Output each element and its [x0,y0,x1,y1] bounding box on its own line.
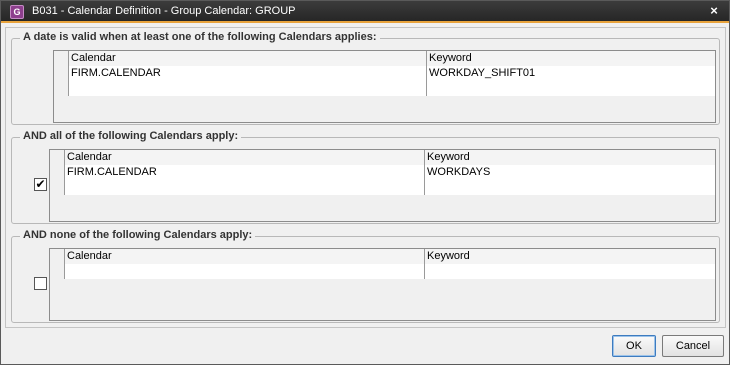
keyword-cell[interactable] [425,264,715,279]
title-bar[interactable]: G B031 - Calendar Definition - Group Cal… [1,1,729,23]
column-header-keyword[interactable]: Keyword [425,249,715,264]
app-icon: G [10,5,24,19]
row-header-corner [50,150,65,165]
table-row[interactable]: FIRM.CALENDAR WORKDAY_SHIFT01 [54,66,715,81]
grid-header-row: Calendar Keyword [50,150,715,165]
calendar-definition-dialog: G B031 - Calendar Definition - Group Cal… [0,0,730,365]
grid-header-row: Calendar Keyword [50,249,715,264]
none-calendars-grid[interactable]: Calendar Keyword [49,248,716,321]
row-header-corner [50,249,65,264]
section-any-legend: A date is valid when at least one of the… [20,31,380,43]
row-header[interactable] [50,264,65,279]
main-panel: A date is valid when at least one of the… [5,27,726,328]
column-header-calendar[interactable]: Calendar [65,249,425,264]
keyword-cell[interactable] [427,81,715,96]
all-calendars-grid[interactable]: Calendar Keyword FIRM.CALENDAR WORKDAYS [49,149,716,222]
column-header-calendar[interactable]: Calendar [65,150,425,165]
section-any-calendars: A date is valid when at least one of the… [11,31,720,125]
row-header[interactable] [54,66,69,81]
close-icon[interactable]: × [707,3,721,19]
cancel-button[interactable]: Cancel [662,335,724,357]
row-header[interactable] [50,180,65,195]
column-header-keyword[interactable]: Keyword [425,150,715,165]
keyword-cell[interactable]: WORKDAY_SHIFT01 [427,66,715,81]
calendar-cell[interactable]: FIRM.CALENDAR [65,165,425,180]
calendar-cell[interactable] [65,264,425,279]
none-calendars-checkbox[interactable] [34,277,47,290]
any-calendars-grid[interactable]: Calendar Keyword FIRM.CALENDAR WORKDAY_S… [53,50,716,123]
calendar-cell[interactable] [65,180,425,195]
row-header[interactable] [54,81,69,96]
column-header-keyword[interactable]: Keyword [427,51,715,66]
window-title: B031 - Calendar Definition - Group Calen… [32,5,296,17]
section-none-calendars: AND none of the following Calendars appl… [11,229,720,323]
calendar-cell[interactable]: FIRM.CALENDAR [69,66,427,81]
section-all-legend: AND all of the following Calendars apply… [20,130,242,142]
keyword-cell[interactable] [425,180,715,195]
section-none-legend: AND none of the following Calendars appl… [20,229,256,241]
ok-button[interactable]: OK [612,335,656,357]
grid-header-row: Calendar Keyword [54,51,715,66]
table-row[interactable] [54,81,715,96]
table-row[interactable] [50,264,715,279]
table-row[interactable] [50,180,715,195]
keyword-cell[interactable]: WORKDAYS [425,165,715,180]
row-header[interactable] [50,165,65,180]
all-calendars-checkbox[interactable]: ✔ [34,178,47,191]
column-header-calendar[interactable]: Calendar [69,51,427,66]
table-row[interactable]: FIRM.CALENDAR WORKDAYS [50,165,715,180]
row-header-corner [54,51,69,66]
calendar-cell[interactable] [69,81,427,96]
section-all-calendars: AND all of the following Calendars apply… [11,130,720,224]
